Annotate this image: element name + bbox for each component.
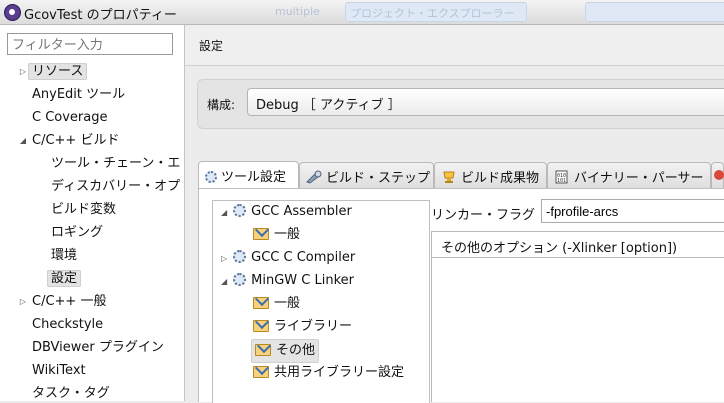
expand-arrow-icon[interactable]: ▷ — [221, 254, 227, 263]
nav-item-task-tags[interactable]: タスク・タグ — [32, 384, 110, 401]
binary-icon: 010 101 — [554, 170, 570, 184]
nav-item-label: ビルド変数 — [51, 202, 117, 217]
tool-tree-label: GCC C Compiler — [251, 250, 356, 265]
nav-item-label: ロギング — [51, 225, 104, 240]
folder-icon — [253, 297, 269, 309]
folder-icon — [253, 366, 269, 378]
eclipse-app-icon — [4, 4, 21, 21]
collapse-arrow-icon[interactable]: ◢ — [18, 131, 28, 151]
nav-item-label: C/C++ 一般 — [32, 294, 107, 309]
tool-tree-item-miscellaneous[interactable]: その他 — [251, 339, 320, 363]
nav-item-label: 設定 — [47, 270, 82, 287]
tool-tree-item-assembler-general[interactable]: 一般 — [253, 224, 300, 246]
tab-binary-parser[interactable]: 010 101 バイナリー・パーサー — [547, 162, 711, 188]
tool-tree-item-mingw-linker[interactable]: ◢ MinGW C Linker — [221, 270, 354, 292]
nav-item-c-coverage[interactable]: C Coverage — [32, 108, 108, 128]
tab-label: ビルド・ステップ — [326, 171, 431, 186]
tab-label: ビルド成果物 — [461, 171, 540, 186]
tool-tree-item-linker-general[interactable]: 一般 — [253, 293, 300, 315]
tool-tree-label: 共用ライブラリー設定 — [274, 365, 405, 380]
configuration-row: 構成: Debug ［ アクティブ ］ — [197, 79, 724, 129]
nav-item-build-variables[interactable]: ビルド変数 — [51, 200, 116, 220]
artifact-icon — [441, 170, 457, 184]
nav-item-toolchain[interactable]: ツール・チェーン・エ — [51, 154, 180, 174]
nav-item-label: DBViewer プラグイン — [32, 340, 164, 355]
tab-overflow[interactable] — [711, 162, 724, 188]
other-options-header: その他のオプション (-Xlinker [option]) — [431, 231, 724, 258]
tab-build-artifact[interactable]: ビルド成果物 — [434, 162, 547, 188]
tool-tree-item-shared-library[interactable]: 共用ライブラリー設定 — [253, 362, 404, 384]
configuration-label: 構成: — [207, 98, 236, 112]
tab-label: ツール設定 — [221, 170, 287, 185]
tool-tree-label: その他 — [276, 343, 316, 358]
expand-arrow-icon[interactable]: ▷ — [18, 62, 28, 82]
folder-icon — [253, 228, 269, 240]
tool-tree-label: MinGW C Linker — [251, 273, 354, 288]
tool-tree-item-libraries[interactable]: ライブラリー — [253, 316, 352, 338]
folder-icon — [255, 344, 271, 356]
tool-tree-item-gcc-assembler[interactable]: ◢ GCC Assembler — [221, 201, 352, 223]
configuration-select[interactable]: Debug ［ アクティブ ］ — [247, 88, 724, 116]
build-steps-icon — [306, 170, 322, 184]
nav-item-checkstyle[interactable]: Checkstyle — [32, 315, 103, 335]
nav-item-resource[interactable]: ▷ リソース — [18, 62, 88, 82]
tool-tree-item-gcc-c-compiler[interactable]: ▷ GCC C Compiler — [221, 247, 355, 269]
tool-tree-label: 一般 — [274, 296, 301, 311]
nav-item-label: C/C++ ビルド — [32, 133, 120, 148]
nav-item-dbviewer[interactable]: DBViewer プラグイン — [32, 338, 164, 358]
nav-item-label: タスク・タグ — [32, 386, 110, 401]
error-icon — [714, 170, 724, 180]
tab-build-steps[interactable]: ビルド・ステップ — [299, 162, 434, 188]
linker-flags-input[interactable] — [541, 199, 724, 223]
page-title: 設定 — [199, 39, 224, 53]
window-titlebar: GcovTest のプロパティー multiple プロジェクト・エクスプローラ… — [0, 0, 724, 25]
expand-arrow-icon[interactable]: ▷ — [18, 292, 28, 312]
nav-item-wikitext[interactable]: WikiText — [32, 361, 86, 381]
tool-tree-label: 一般 — [274, 227, 301, 242]
background-ghost-tab-2 — [585, 2, 724, 22]
tool-tree: ◢ GCC Assembler 一般 ▷ GCC C Compiler ◢ MinGW… — [212, 200, 430, 403]
filter-input[interactable] — [7, 33, 173, 55]
tool-settings-panel: ◢ GCC Assembler 一般 ▷ GCC C Compiler ◢ MinGW… — [198, 188, 724, 403]
property-page-nav: ▷ リソース AnyEdit ツール C Coverage ◢ C/C++ ビル… — [0, 25, 185, 401]
nav-item-label: ツール・チェーン・エ — [51, 156, 181, 171]
nav-item-label: リソース — [28, 63, 88, 80]
collapse-arrow-icon[interactable]: ◢ — [221, 208, 227, 217]
nav-item-environment[interactable]: 環境 — [51, 246, 77, 266]
page-header: 設定 — [185, 25, 724, 66]
background-ghost-text: multiple — [275, 5, 320, 18]
tool-gear-icon — [233, 273, 247, 286]
linker-flags-label: リンカー・フラグ — [431, 208, 536, 223]
nav-item-logging[interactable]: ロギング — [51, 223, 103, 243]
window-title: GcovTest のプロパティー — [24, 8, 177, 23]
nav-item-label: C Coverage — [32, 110, 108, 125]
nav-item-settings[interactable]: 設定 — [47, 269, 82, 289]
nav-item-label: WikiText — [32, 363, 86, 378]
nav-item-discovery[interactable]: ディスカバリー・オプ — [51, 177, 180, 197]
nav-item-anyedit[interactable]: AnyEdit ツール — [32, 85, 125, 105]
tool-gear-icon — [233, 204, 247, 217]
tab-label: バイナリー・パーサー — [574, 171, 704, 186]
tool-tree-label: GCC Assembler — [251, 204, 352, 219]
nav-item-label: 環境 — [51, 248, 78, 263]
nav-item-label: Checkstyle — [32, 317, 104, 332]
settings-page: 設定 構成: Debug ［ アクティブ ］ ツール設定 ビルド・ステップ ビル… — [185, 25, 724, 403]
other-options-list[interactable] — [431, 258, 724, 402]
collapse-arrow-icon[interactable]: ◢ — [221, 277, 227, 286]
svg-text:101: 101 — [557, 178, 566, 184]
tool-tree-label: ライブラリー — [274, 319, 353, 334]
gear-icon — [205, 171, 217, 183]
nav-item-label: AnyEdit ツール — [32, 87, 126, 102]
tab-tool-settings[interactable]: ツール設定 — [198, 161, 299, 189]
settings-tabs: ツール設定 ビルド・ステップ ビルド成果物 010 101 バイナリー・パーサー — [198, 161, 724, 189]
tool-gear-icon — [233, 250, 247, 263]
folder-icon — [253, 320, 269, 332]
background-ghost-tab-label: プロジェクト・エクスプローラー — [350, 7, 515, 20]
nav-item-cpp-build[interactable]: ◢ C/C++ ビルド — [18, 131, 120, 151]
nav-item-cpp-general[interactable]: ▷ C/C++ 一般 — [18, 292, 107, 312]
nav-item-label: ディスカバリー・オプ — [51, 179, 181, 194]
